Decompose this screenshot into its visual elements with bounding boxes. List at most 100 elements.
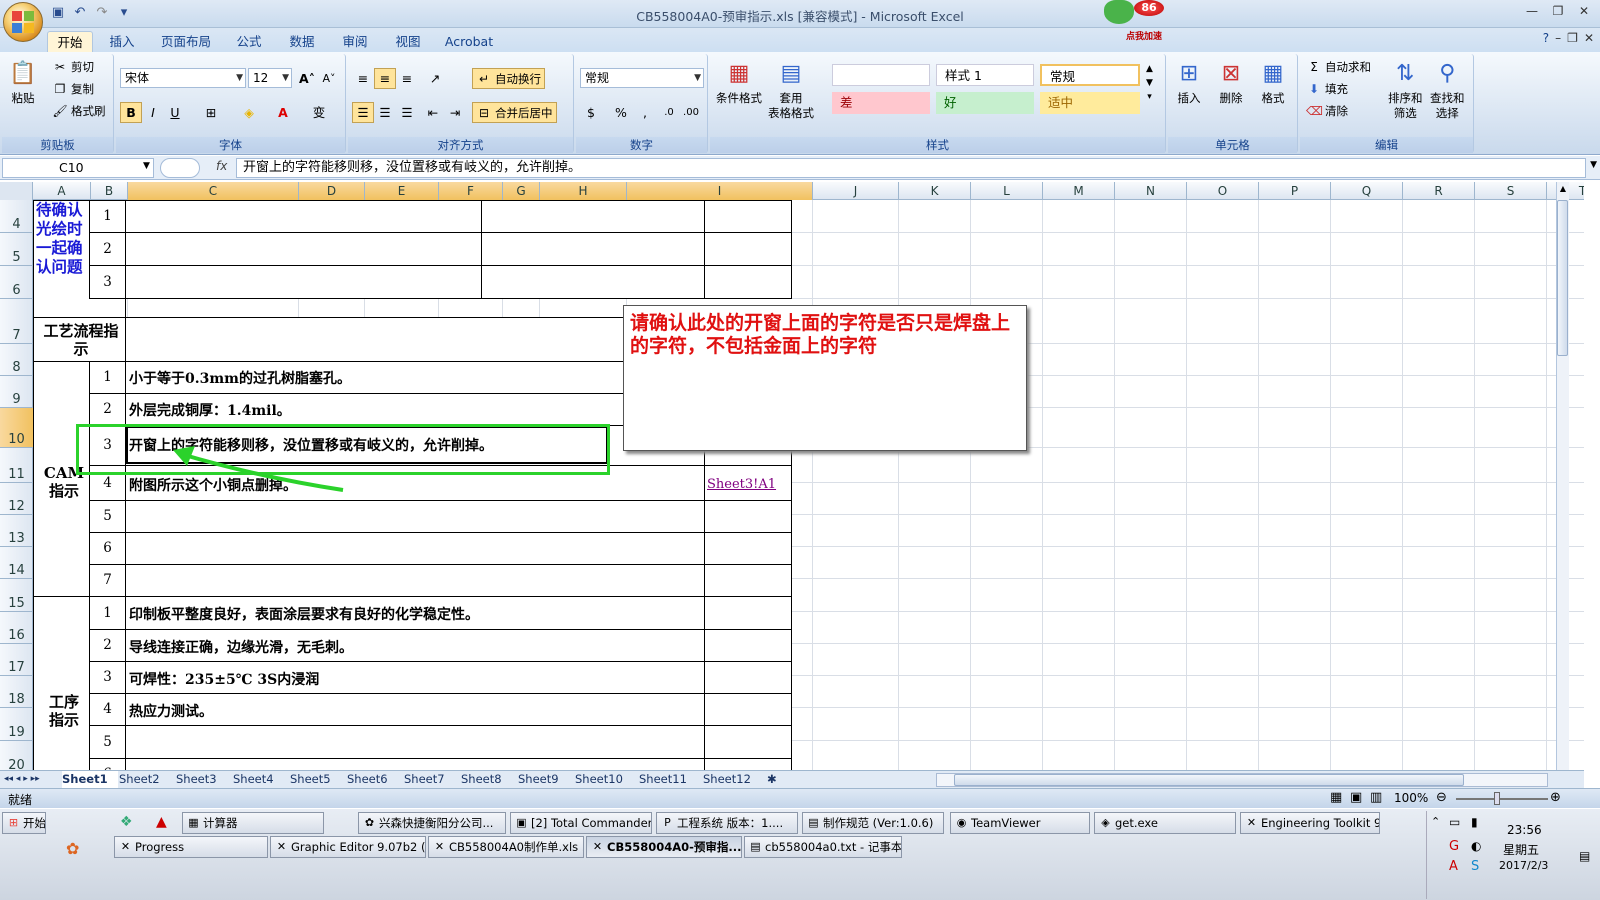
table-cell[interactable] <box>704 232 792 266</box>
taskbar-button[interactable]: ▣ [2] Total Commander ... <box>510 812 652 834</box>
speedup-mascot[interactable]: 86 点我加速 <box>1096 0 1180 46</box>
row-header-10[interactable]: 10 <box>0 408 33 448</box>
insert-sheet-icon[interactable]: ✱ <box>767 771 785 788</box>
tab-data[interactable]: 数据 <box>280 31 324 52</box>
pdf-icon[interactable]: ▲ <box>156 814 167 830</box>
minimize-icon[interactable]: — <box>1520 2 1544 20</box>
format-painter-button[interactable]: 🖌 格式刷 <box>52 103 105 119</box>
clear-button[interactable]: ⌫ 清除 <box>1306 103 1348 119</box>
grow-font-icon[interactable]: A˄ <box>296 68 318 89</box>
zoom-in-icon[interactable]: ⊕ <box>1550 790 1561 805</box>
row-header-17[interactable]: 17 <box>0 644 33 676</box>
taskbar-button[interactable]: ✕ CB558004A0-预审指... <box>586 836 742 858</box>
table-cell[interactable] <box>481 232 705 266</box>
tab-insert[interactable]: 插入 <box>100 31 144 52</box>
style-style1[interactable]: 样式 1 <box>936 64 1034 86</box>
merge-center-button[interactable]: ⊟ 合并后居中 <box>472 102 557 123</box>
delete-cells-button[interactable]: ⊠ 删除 <box>1216 58 1246 106</box>
sheet-tab-sheet2[interactable]: Sheet2 <box>119 771 175 788</box>
table-cell[interactable] <box>481 200 705 233</box>
volume-icon[interactable]: ◐ <box>1471 839 1481 853</box>
increase-indent-icon[interactable]: ⇥ <box>444 102 466 123</box>
taskbar-button[interactable]: ▦ 计算器 <box>182 812 324 834</box>
row-header-8[interactable]: 8 <box>0 344 33 376</box>
sort-filter-button[interactable]: ⇅ 排序和 筛选 <box>1388 58 1423 121</box>
wrap-text-button[interactable]: ↵ 自动换行 <box>472 68 545 89</box>
column-header-k[interactable]: K <box>899 182 971 200</box>
row-header-11[interactable]: 11 <box>0 448 33 483</box>
column-header-a[interactable]: A <box>33 182 91 200</box>
column-header-f[interactable]: F <box>439 182 503 200</box>
restore-icon[interactable]: ❐ <box>1546 2 1570 20</box>
row-header-15[interactable]: 15 <box>0 579 33 612</box>
name-box[interactable]: C10 <box>2 158 154 178</box>
row-header-16[interactable]: 16 <box>0 612 33 644</box>
fill-color-icon[interactable]: ◈ <box>238 102 260 123</box>
signal-icon[interactable]: ▮ <box>1471 815 1478 829</box>
quicklaunch-icon[interactable]: ❖ <box>120 814 133 830</box>
taskbar-button[interactable]: ◈ get.exe <box>1094 812 1236 834</box>
view-layout-icon[interactable]: ▣ <box>1350 790 1362 805</box>
align-left-icon[interactable]: ☰ <box>352 102 374 123</box>
clock-time[interactable]: 23:56 <box>1507 823 1542 837</box>
sheet-tab-sheet7[interactable]: Sheet7 <box>404 771 460 788</box>
clock-weekday[interactable]: 星期五 <box>1503 841 1539 858</box>
zoom-out-icon[interactable]: ⊖ <box>1436 790 1447 805</box>
sheet-tab-sheet5[interactable]: Sheet5 <box>290 771 346 788</box>
table-cell[interactable] <box>704 629 792 662</box>
table-cell[interactable] <box>704 661 792 694</box>
row-header-18[interactable]: 18 <box>0 676 33 708</box>
show-desktop-icon[interactable]: ▤ <box>1579 849 1590 863</box>
zoom-level[interactable]: 100% <box>1394 791 1428 805</box>
start-button[interactable]: ⊞ 开始 <box>2 812 46 834</box>
column-header-i[interactable]: I <box>627 182 813 200</box>
shrink-font-icon[interactable]: A˅ <box>318 68 340 89</box>
view-pagebreak-icon[interactable]: ▥ <box>1370 790 1382 805</box>
tab-page-layout[interactable]: 页面布局 <box>155 31 217 52</box>
column-header-l[interactable]: L <box>971 182 1043 200</box>
table-cell[interactable] <box>704 564 792 597</box>
decrease-indent-icon[interactable]: ⇤ <box>422 102 444 123</box>
table-cell[interactable] <box>704 532 792 565</box>
conditional-format-button[interactable]: ▦ 条件格式 <box>716 58 762 106</box>
format-as-table-button[interactable]: ▤ 套用 表格格式 <box>768 58 814 121</box>
row-header-5[interactable]: 5 <box>0 233 33 266</box>
cut-button[interactable]: ✂ 剪切 <box>52 59 94 75</box>
styles-scroll[interactable]: ▲ ▼ ▾ <box>1146 64 1153 102</box>
taskbar-button[interactable]: P 工程系统 版本：1.... <box>656 812 798 834</box>
column-header-r[interactable]: R <box>1403 182 1475 200</box>
sheet-tab-sheet3[interactable]: Sheet3 <box>176 771 232 788</box>
column-header-h[interactable]: H <box>540 182 627 200</box>
sheet-tab-sheet8[interactable]: Sheet8 <box>461 771 517 788</box>
border-icon[interactable]: ⊞ <box>200 102 222 123</box>
taskbar-button[interactable]: ◉ TeamViewer <box>950 812 1090 834</box>
decrease-decimal-icon[interactable]: .00 <box>680 102 702 123</box>
underline-button[interactable]: U <box>164 102 186 123</box>
ribbon-close-icon[interactable]: ✕ <box>1584 31 1594 45</box>
row-header-4[interactable]: 4 <box>0 200 33 233</box>
autosum-button[interactable]: Σ 自动求和 <box>1306 59 1371 75</box>
select-all-corner[interactable] <box>0 182 33 200</box>
column-header-s[interactable]: S <box>1475 182 1547 200</box>
style-neutral[interactable]: 适中 <box>1040 92 1140 114</box>
table-cell[interactable] <box>704 596 792 630</box>
align-right-icon[interactable]: ☰ <box>396 102 418 123</box>
column-header-n[interactable]: N <box>1115 182 1187 200</box>
column-header-b[interactable]: B <box>91 182 128 200</box>
hyperlink-sheet3[interactable]: Sheet3!A1 <box>707 477 776 492</box>
column-header-q[interactable]: Q <box>1331 182 1403 200</box>
font-name-combo[interactable]: 宋体 ▼ <box>120 68 246 88</box>
scroll-up-icon[interactable]: ▲ <box>1557 184 1569 193</box>
find-select-button[interactable]: ⚲ 查找和 选择 <box>1430 58 1465 121</box>
network-icon[interactable]: ▭ <box>1449 815 1460 829</box>
sheet-tab-sheet12[interactable]: Sheet12 <box>703 771 765 788</box>
tab-view[interactable]: 视图 <box>386 31 430 52</box>
row-header-13[interactable]: 13 <box>0 515 33 547</box>
office-button[interactable] <box>3 2 43 42</box>
formula-expand-button[interactable] <box>160 158 200 178</box>
phonetic-icon[interactable]: 变 <box>308 102 330 123</box>
style-good[interactable]: 好 <box>936 92 1034 114</box>
paste-button[interactable]: 📋 粘贴 <box>8 58 38 106</box>
style-blank[interactable] <box>832 64 930 86</box>
taskbar-button[interactable]: ✕ CB558004A0制作单.xls ... <box>428 836 584 858</box>
